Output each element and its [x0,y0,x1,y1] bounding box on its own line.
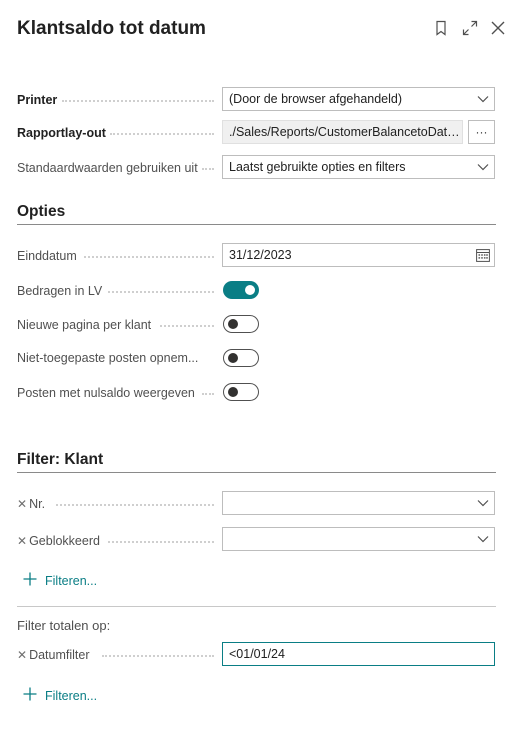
end-date-input[interactable]: 31/12/2023 [222,243,495,267]
amounts-lcy-label: Bedragen in LV [17,284,103,298]
end-date-dots [84,256,214,258]
printer-label: Printer [17,93,58,107]
filter-blocked-select[interactable] [222,527,495,551]
toggle-knob [228,353,238,363]
printer-dots [62,100,214,102]
defaults-value: Laatst gebruikte opties en filters [229,160,406,174]
date-filter-label-group: ✕ Datumfilter [17,648,90,662]
defaults-label: Standaardwaarden gebruiken uit [17,161,198,175]
unapplied-label: Niet-toegepaste posten opnem... [17,351,199,365]
filter-no-label-group: ✕ Nr. [17,497,45,511]
toggle-knob [228,319,238,329]
defaults-select[interactable]: Laatst gebruikte opties en filters [222,155,495,179]
printer-value: (Door de browser afgehandeld) [229,92,403,106]
chevron-down-icon [472,156,494,178]
filter-customer-divider [17,472,496,473]
unapplied-toggle[interactable] [223,349,259,367]
layout-label: Rapportlay-out [17,126,106,140]
add-totals-filter-link: Filteren... [45,688,98,703]
filter-no-dots [56,504,214,506]
layout-value: ./Sales/Reports/CustomerBalancetoDate... [229,125,462,139]
zero-balance-label: Posten met nulsaldo weergeven [17,386,195,400]
filter-blocked-label: Geblokkeerd [29,534,100,548]
date-filter-label: Datumfilter [29,648,90,662]
add-customer-filter-link: Filteren... [45,573,98,588]
filter-no-label: Nr. [29,497,46,511]
chevron-down-icon [472,88,494,110]
plus-icon [23,684,37,707]
defaults-dots [202,168,214,170]
end-date-label: Einddatum [17,249,77,263]
remove-filter-icon[interactable]: ✕ [17,534,27,548]
filter-blocked-label-group: ✕ Geblokkeerd [17,534,100,548]
filter-totals-divider [17,606,496,607]
add-totals-filter-button[interactable]: Filteren... [23,684,97,707]
amounts-lcy-toggle[interactable] [223,281,259,299]
chevron-down-icon [472,492,494,514]
filter-blocked-dots [108,541,214,543]
filter-customer-title: Filter: Klant [17,451,104,468]
layout-dots [110,133,214,135]
options-divider [17,224,496,225]
new-page-label: Nieuwe pagina per klant [17,318,152,332]
date-filter-dots [102,655,214,657]
options-section-title: Opties [17,203,66,220]
calendar-icon[interactable] [472,244,494,266]
remove-filter-icon[interactable]: ✕ [17,648,27,662]
layout-more-button[interactable]: ··· [468,120,495,144]
zero-balance-dots [202,393,214,395]
new-page-dots [160,325,214,327]
layout-field[interactable]: ./Sales/Reports/CustomerBalancetoDate... [222,120,463,144]
filter-totals-title: Filter totalen op: [17,618,111,633]
date-filter-input[interactable]: <01/01/24 [222,642,495,666]
remove-filter-icon[interactable]: ✕ [17,497,27,511]
amounts-lcy-dots [108,291,214,293]
plus-icon [23,569,37,592]
printer-select[interactable]: (Door de browser afgehandeld) [222,87,495,111]
filter-no-select[interactable] [222,491,495,515]
end-date-value: 31/12/2023 [229,248,292,262]
add-customer-filter-button[interactable]: Filteren... [23,569,97,592]
chevron-down-icon [472,528,494,550]
page-title: Klantsaldo tot datum [17,18,206,39]
expand-icon[interactable] [460,18,480,38]
toggle-knob [245,285,255,295]
new-page-toggle[interactable] [223,315,259,333]
close-icon[interactable] [488,18,508,38]
zero-balance-toggle[interactable] [223,383,259,401]
date-filter-value: <01/01/24 [229,647,285,661]
bookmark-icon[interactable] [431,18,451,38]
toggle-knob [228,387,238,397]
